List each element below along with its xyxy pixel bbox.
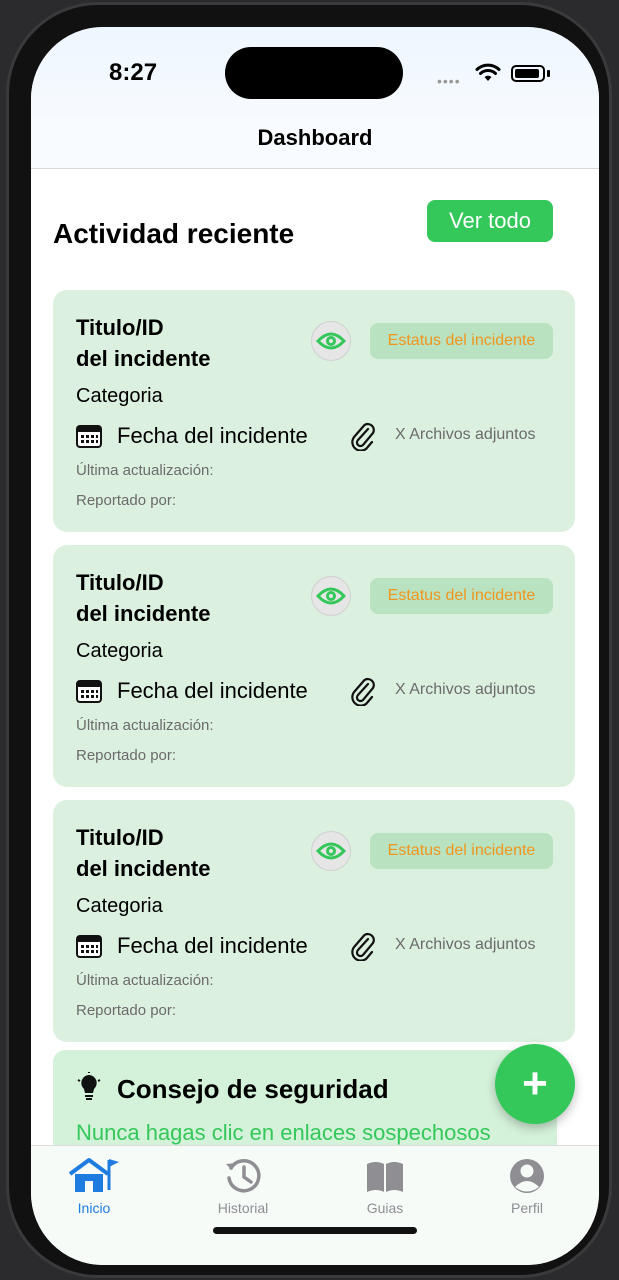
tab-bar: Inicio Historial Guias Perfil xyxy=(31,1145,599,1265)
device: 8:27 •••• Dashboard Actividad reciente V… xyxy=(0,0,619,1280)
eye-icon xyxy=(316,842,346,860)
view-button[interactable] xyxy=(311,831,351,871)
incident-category: Categoria xyxy=(76,895,163,917)
wifi-icon xyxy=(475,63,501,81)
reported-by: Reportado por: xyxy=(76,1002,177,1019)
view-button[interactable] xyxy=(311,321,351,361)
last-updated: Última actualización: xyxy=(76,972,214,989)
add-incident-button[interactable]: + xyxy=(495,1044,575,1124)
tab-perfil[interactable]: Perfil xyxy=(472,1156,582,1222)
calendar-icon xyxy=(76,680,102,703)
incident-card[interactable]: Titulo/ID del incidente Estatus del inci… xyxy=(53,800,575,1042)
status-badge: Estatus del incidente xyxy=(370,833,553,869)
incident-date: Fecha del incidente xyxy=(117,933,308,958)
paperclip-icon xyxy=(351,677,375,706)
person-icon xyxy=(510,1159,544,1193)
dashboard-content[interactable]: Actividad reciente Ver todo Titulo/ID de… xyxy=(31,170,599,1145)
incident-title: Titulo/ID del incidente xyxy=(76,312,296,374)
home-icon xyxy=(68,1158,119,1192)
reported-by: Reportado por: xyxy=(76,747,177,764)
dynamic-island xyxy=(225,47,403,99)
incident-title-line1: Titulo/ID xyxy=(76,825,164,850)
incident-title: Titulo/ID del incidente xyxy=(76,567,296,629)
paperclip-icon xyxy=(351,932,375,961)
paperclip-icon xyxy=(351,422,375,451)
calendar-icon xyxy=(76,935,102,958)
battery-icon xyxy=(511,65,545,82)
page-title: Dashboard xyxy=(257,125,373,150)
tab-label: Perfil xyxy=(511,1200,543,1216)
attachments-count: X Archivos adjuntos xyxy=(395,936,536,953)
section-title: Actividad reciente xyxy=(53,218,295,249)
incident-category: Categoria xyxy=(76,385,163,407)
tab-guias[interactable]: Guias xyxy=(330,1156,440,1222)
screen: 8:27 •••• Dashboard Actividad reciente V… xyxy=(31,27,599,1265)
eye-icon xyxy=(316,587,346,605)
phone-frame: 8:27 •••• Dashboard Actividad reciente V… xyxy=(6,2,612,1278)
status-badge: Estatus del incidente xyxy=(370,578,553,614)
last-updated: Última actualización: xyxy=(76,462,214,479)
incident-date: Fecha del incidente xyxy=(117,423,308,448)
history-icon xyxy=(226,1159,261,1193)
incident-title-line2: del incidente xyxy=(76,856,211,881)
book-icon xyxy=(367,1162,403,1192)
tab-historial[interactable]: Historial xyxy=(188,1156,298,1222)
plus-icon: + xyxy=(522,1059,548,1108)
safety-tip-card: Consejo de seguridad Nunca hagas clic en… xyxy=(53,1050,557,1145)
tab-label: Guias xyxy=(366,1200,404,1216)
incident-title-line1: Titulo/ID xyxy=(76,570,164,595)
tab-label: Historial xyxy=(217,1200,269,1216)
calendar-icon xyxy=(76,425,102,448)
see-all-button[interactable]: Ver todo xyxy=(427,200,553,242)
incident-title-line1: Titulo/ID xyxy=(76,315,164,340)
last-updated: Última actualización: xyxy=(76,717,214,734)
tab-label: Inicio xyxy=(77,1200,111,1216)
reported-by: Reportado por: xyxy=(76,492,177,509)
incident-title: Titulo/ID del incidente xyxy=(76,822,296,884)
home-indicator[interactable] xyxy=(213,1227,417,1234)
tip-title: Consejo de seguridad xyxy=(117,1074,389,1104)
incident-title-line2: del incidente xyxy=(76,346,211,371)
incident-card[interactable]: Titulo/ID del incidente Estatus del inci… xyxy=(53,290,575,532)
attachments-count: X Archivos adjuntos xyxy=(395,681,536,698)
incident-title-line2: del incidente xyxy=(76,601,211,626)
status-time: 8:27 xyxy=(109,59,158,86)
battery-tip xyxy=(547,70,550,77)
status-bar: 8:27 •••• xyxy=(31,27,599,127)
lightbulb-icon xyxy=(77,1072,101,1100)
signal-icon: •••• xyxy=(437,73,461,89)
nav-bar: Dashboard xyxy=(31,117,599,169)
incident-card[interactable]: Titulo/ID del incidente Estatus del inci… xyxy=(53,545,575,787)
incident-date: Fecha del incidente xyxy=(117,678,308,703)
attachments-count: X Archivos adjuntos xyxy=(395,426,536,443)
incident-category: Categoria xyxy=(76,640,163,662)
tab-inicio[interactable]: Inicio xyxy=(39,1156,149,1222)
tip-text: Nunca hagas clic en enlaces sospechosos xyxy=(76,1120,491,1145)
view-button[interactable] xyxy=(311,576,351,616)
eye-icon xyxy=(316,332,346,350)
status-badge: Estatus del incidente xyxy=(370,323,553,359)
